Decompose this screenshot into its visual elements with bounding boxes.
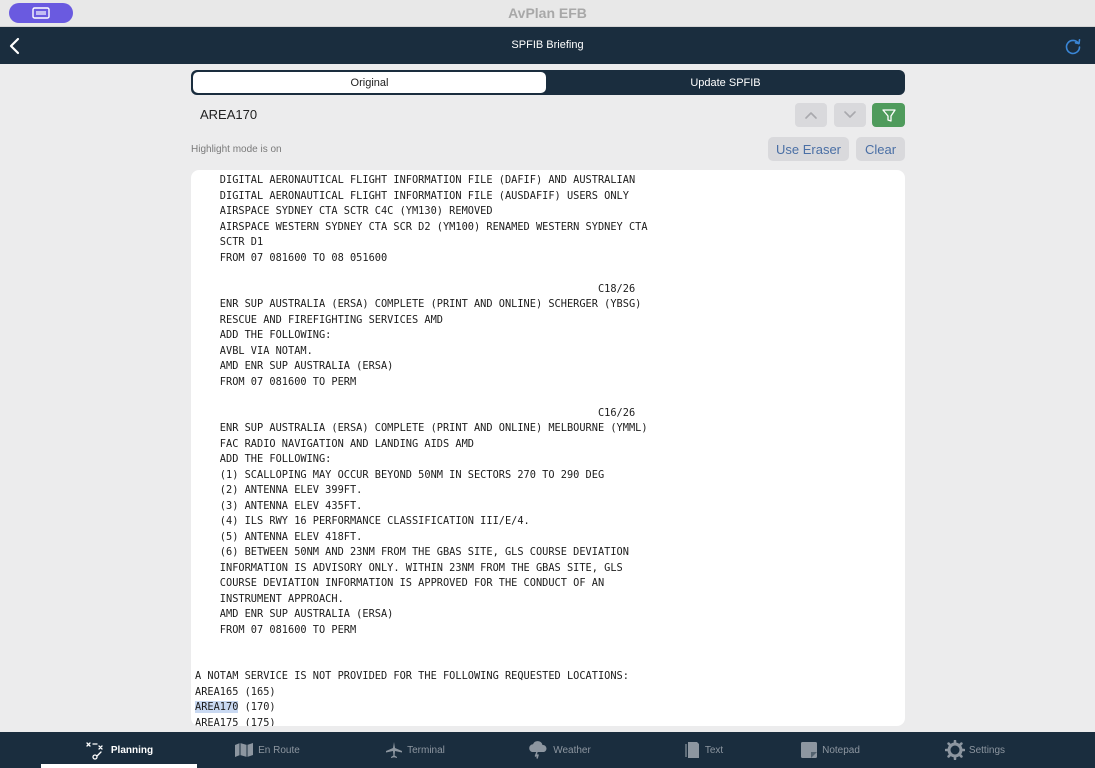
highlighter-icon bbox=[881, 109, 896, 122]
notepad-icon bbox=[801, 742, 818, 758]
doc-line: AREA165 (165) bbox=[195, 685, 276, 698]
route-planning-icon bbox=[86, 742, 103, 760]
briefing-document[interactable]: DIGITAL AERONAUTICAL FLIGHT INFORMATION … bbox=[191, 170, 905, 726]
doc-line-rest: (170) bbox=[238, 701, 276, 713]
doc-line bbox=[191, 654, 905, 670]
doc-line bbox=[191, 266, 905, 282]
doc-line: COURSE DEVIATION INFORMATION IS APPROVED… bbox=[195, 577, 605, 589]
use-eraser-button[interactable]: Use Eraser bbox=[768, 137, 849, 161]
doc-line: (3) ANTENNA ELEV 435FT. bbox=[195, 499, 363, 512]
doc-line: AIRSPACE WESTERN SYDNEY CTA SCR D2 (YM10… bbox=[195, 220, 648, 233]
doc-line bbox=[191, 390, 905, 406]
page-title: SPFIB Briefing bbox=[511, 39, 584, 51]
segment-original[interactable]: Original bbox=[193, 72, 546, 93]
doc-line: (5) ANTENNA ELEV 418FT. bbox=[195, 530, 363, 543]
navigation-bar: SPFIB Briefing bbox=[0, 27, 1095, 64]
app-title: AvPlan EFB bbox=[508, 5, 587, 21]
tab-label: Planning bbox=[110, 744, 154, 756]
doc-line: FROM 07 081600 TO PERM bbox=[195, 375, 357, 388]
search-term[interactable]: AREA170 bbox=[200, 107, 257, 122]
highlighted-doc-line: AREA170 (170) bbox=[191, 700, 905, 716]
briefing-segmented-control: Original Update SPFIB bbox=[191, 70, 905, 95]
tab-label: Terminal bbox=[407, 744, 445, 756]
search-highlight: AREA170 bbox=[195, 701, 239, 713]
segment-update-spfib[interactable]: Update SPFIB bbox=[548, 72, 903, 93]
doc-line: AIRSPACE SYDNEY CTA SCTR C4C (YM130) REM… bbox=[195, 205, 493, 217]
doc-line: AMD ENR SUP AUSTRALIA (ERSA) bbox=[195, 360, 394, 372]
window-titlebar: AvPlan EFB bbox=[0, 0, 1095, 27]
doc-line: ENR SUP AUSTRALIA (ERSA) COMPLETE (PRINT… bbox=[195, 422, 648, 434]
clear-button[interactable]: Clear bbox=[856, 137, 905, 161]
doc-line: A NOTAM SERVICE IS NOT PROVIDED FOR THE … bbox=[195, 670, 629, 682]
doc-line: (2) ANTENNA ELEV 399FT. bbox=[195, 484, 363, 496]
doc-line: ENR SUP AUSTRALIA (ERSA) COMPLETE (PRINT… bbox=[195, 298, 642, 310]
chevron-down-icon bbox=[844, 111, 856, 118]
tab-notepad[interactable]: Notepad bbox=[760, 732, 900, 768]
doc-line: SCTR D1 bbox=[195, 236, 264, 248]
tab-en-route[interactable]: En Route bbox=[197, 732, 337, 768]
tab-terminal[interactable]: Terminal bbox=[345, 732, 485, 768]
doc-line: C16/26 bbox=[195, 406, 636, 419]
gear-icon bbox=[944, 740, 965, 760]
tab-label: Notepad bbox=[822, 744, 860, 756]
doc-line: ADD THE FOLLOWING: bbox=[195, 453, 332, 465]
doc-line: C18/26 bbox=[195, 282, 636, 295]
highlight-status: Highlight mode is on bbox=[191, 144, 282, 155]
weather-cloud-icon bbox=[529, 741, 547, 759]
doc-line: FAC RADIO NAVIGATION AND LANDING AIDS AM… bbox=[195, 437, 474, 450]
chevron-up-icon bbox=[805, 112, 817, 119]
highlight-mode-button[interactable] bbox=[872, 103, 905, 127]
doc-line: (4) ILS RWY 16 PERFORMANCE CLASSIFICATIO… bbox=[195, 515, 530, 527]
tab-planning[interactable]: Planning bbox=[41, 732, 197, 768]
doc-line: ADD THE FOLLOWING: bbox=[195, 329, 332, 341]
doc-line: AMD ENR SUP AUSTRALIA (ERSA) bbox=[195, 608, 394, 620]
doc-line: FROM 07 081600 TO PERM bbox=[195, 623, 357, 636]
tab-weather[interactable]: Weather bbox=[489, 732, 629, 768]
next-match-button[interactable] bbox=[834, 103, 866, 127]
document-text-icon bbox=[685, 742, 699, 758]
airplane-icon bbox=[386, 742, 403, 758]
doc-line: (1) SCALLOPING MAY OCCUR BEYOND 50NM IN … bbox=[195, 468, 605, 481]
bottom-tab-bar: Planning En Route Terminal Weather Text bbox=[0, 732, 1095, 768]
tab-label: Settings bbox=[968, 744, 1006, 756]
doc-line: AREA175 (175) bbox=[195, 716, 276, 727]
doc-line bbox=[191, 638, 905, 654]
tab-settings[interactable]: Settings bbox=[905, 732, 1045, 768]
previous-match-button[interactable] bbox=[795, 103, 827, 127]
doc-line: DIGITAL AERONAUTICAL FLIGHT INFORMATION … bbox=[195, 174, 636, 186]
tab-label: Weather bbox=[553, 744, 591, 756]
briefing-text: DIGITAL AERONAUTICAL FLIGHT INFORMATION … bbox=[191, 173, 905, 726]
doc-line: INFORMATION IS ADVISORY ONLY. WITHIN 23N… bbox=[195, 561, 623, 574]
active-tab-indicator bbox=[41, 764, 197, 768]
doc-line: (6) BETWEEN 50NM AND 23NM FROM THE GBAS … bbox=[195, 546, 629, 558]
map-icon bbox=[235, 743, 254, 757]
refresh-button[interactable] bbox=[1063, 36, 1083, 56]
doc-line: DIGITAL AERONAUTICAL FLIGHT INFORMATION … bbox=[195, 189, 629, 202]
doc-line: AVBL VIA NOTAM. bbox=[195, 344, 313, 357]
tab-label: En Route bbox=[258, 744, 300, 756]
tab-text[interactable]: Text bbox=[634, 732, 774, 768]
tab-label: Text bbox=[704, 744, 724, 756]
doc-line: RESCUE AND FIREFIGHTING SERVICES AMD bbox=[195, 313, 443, 326]
refresh-icon bbox=[1065, 39, 1081, 55]
doc-line: INSTRUMENT APPROACH. bbox=[195, 592, 344, 605]
doc-line: FROM 07 081600 TO 08 051600 bbox=[195, 251, 388, 264]
